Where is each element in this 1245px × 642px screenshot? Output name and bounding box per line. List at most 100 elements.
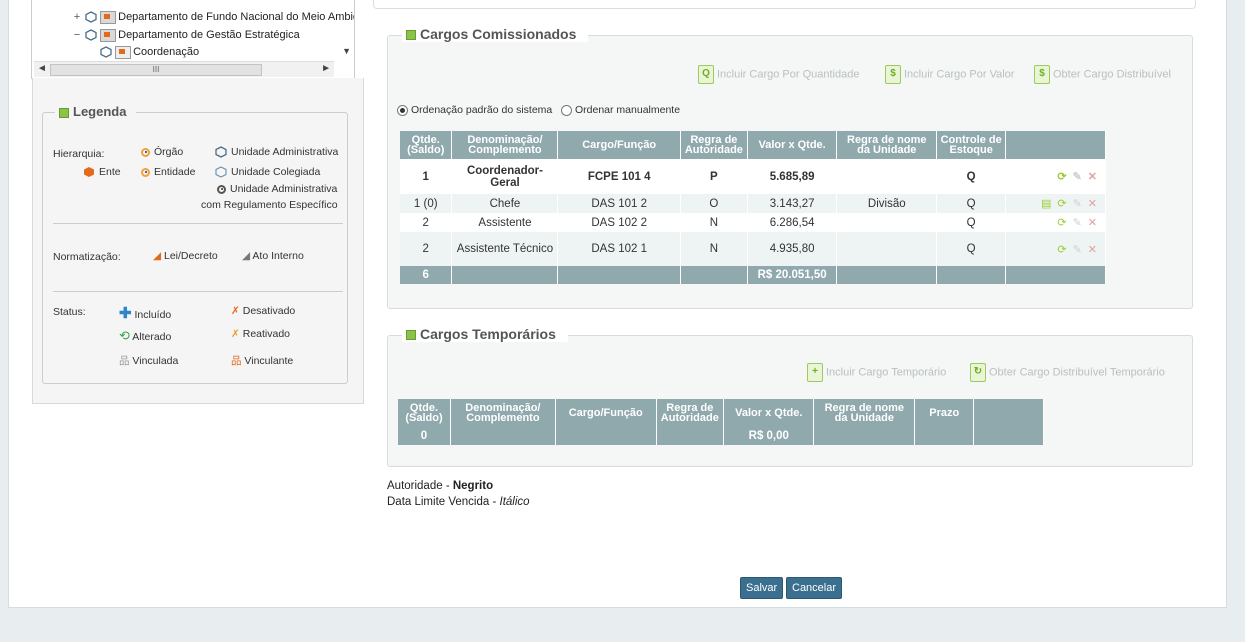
tree-item-gestao-estrategica[interactable]: − Departamento de Gestão Estratégica	[72, 27, 300, 43]
refresh-icon[interactable]: ⟳	[1057, 216, 1066, 229]
row-actions: ▤ ⟳ ✎ ✕	[1005, 194, 1106, 213]
unidade-administrativa-icon	[85, 29, 97, 41]
entidade-icon	[141, 167, 150, 177]
tree-item-label: Departamento de Gestão Estratégica	[118, 29, 300, 41]
expand-icon[interactable]: +	[72, 9, 82, 25]
table-row[interactable]: 1 (0) Chefe DAS 101 2 O 3.143,27 Divisão…	[400, 194, 1106, 213]
obter-cargo-temporario-link[interactable]: ↻ Obter Cargo Distribuível Temporário	[970, 363, 1165, 382]
refresh-icon[interactable]: ⟳	[1057, 170, 1066, 183]
order-manual-option[interactable]: Ordenar manualmente	[561, 104, 680, 116]
scroll-down-icon[interactable]: ▼	[342, 46, 351, 56]
cargos-comissionados-section: Cargos Comissionados Q Incluir Cargo Por …	[387, 26, 1193, 309]
cell-qtde: 2	[400, 232, 453, 266]
legend-incluido: ✚ Incluído	[119, 305, 172, 322]
col-regra: Regra de Autoridade	[656, 399, 725, 427]
org-tree: + Departamento de Fundo Nacional do Meio…	[31, 0, 355, 79]
legend-desativado: ✗ Desativado	[231, 305, 296, 317]
legend-reativado: ✗ Reativado	[231, 328, 291, 340]
cell-cargo: DAS 102 1	[557, 232, 681, 266]
cell-controle: Q	[936, 232, 1007, 266]
cargos-temporarios-section: Cargos Temporários + Incluir Cargo Tempor…	[387, 326, 1193, 467]
tree-item-coordenacao[interactable]: Coordenação	[100, 44, 199, 60]
plus-icon: ✚	[119, 305, 132, 322]
scroll-left-icon[interactable]: ◄	[37, 63, 47, 74]
unidade-regulamento-icon	[217, 184, 226, 194]
add-quantity-icon: Q	[698, 65, 714, 84]
obter-cargo-link[interactable]: $ Obter Cargo Distribuível	[1034, 65, 1171, 84]
delete-icon[interactable]: ✕	[1088, 170, 1097, 183]
col-cargo: Cargo/Função	[557, 131, 681, 159]
cell-denominacao: Assistente Técnico	[451, 232, 559, 266]
tree-item-fundo-nacional[interactable]: + Departamento de Fundo Nacional do Meio…	[72, 9, 354, 25]
legend-alterado: ⟲ Alterado	[119, 328, 172, 343]
cell-cargo: DAS 101 2	[557, 194, 681, 213]
refresh-icon[interactable]: ⟳	[1057, 197, 1066, 210]
col-regra: Regra de Autoridade	[680, 131, 748, 159]
table-row[interactable]: 1 Coordenador-Geral FCPE 101 4 P 5.685,8…	[400, 159, 1106, 194]
legend-vinculante: 品 Vinculante	[231, 355, 294, 367]
delete-icon[interactable]: ✕	[1088, 197, 1097, 210]
document-icon[interactable]: ▤	[1041, 197, 1051, 210]
col-regra-nome: Regra de nome da Unidade	[836, 131, 938, 159]
section-marker-icon	[59, 107, 69, 118]
legend-entidade: Entidade	[141, 166, 195, 178]
legend-lei-decreto: ◢ Lei/Decreto	[153, 250, 218, 262]
section-marker-icon	[406, 330, 416, 341]
temporarios-table: Qtde. (Saldo) Denominação/ Complemento C…	[398, 399, 1044, 445]
order-default-option[interactable]: Ordenação padrão do sistema	[397, 104, 552, 116]
autoridade-note: Autoridade - Negrito	[387, 480, 494, 492]
collapse-icon[interactable]: −	[72, 27, 82, 43]
radio-unselected[interactable]	[561, 104, 572, 116]
lei-decreto-icon: ◢	[153, 250, 162, 262]
cell-regra: O	[680, 194, 748, 213]
total-qtde: 6	[400, 266, 453, 284]
hierarchy-active-icon: 品	[231, 355, 242, 367]
col-controle: Controle de Estoque	[936, 131, 1007, 159]
incluir-por-quantidade-link[interactable]: Q Incluir Cargo Por Quantidade	[698, 65, 859, 84]
unidade-flag-icon	[115, 45, 132, 59]
delete-icon[interactable]: ✕	[1088, 216, 1097, 229]
cell-denominacao: Coordenador-Geral	[451, 159, 559, 194]
add-value-icon: $	[885, 65, 901, 84]
row-actions: ⟳ ✎ ✕	[1005, 159, 1106, 194]
radio-selected[interactable]	[397, 104, 408, 116]
table-total-row: 0 R$ 0,00	[398, 427, 1044, 445]
scroll-thumb[interactable]: III	[50, 64, 262, 76]
unidade-administrativa-icon	[215, 146, 227, 158]
cancel-button[interactable]: Cancelar	[786, 577, 843, 599]
cell-regra-nome	[836, 213, 938, 232]
legend-ato-interno: ◢ Ato Interno	[242, 250, 304, 262]
edit-icon[interactable]: ✎	[1073, 197, 1082, 210]
horizontal-scrollbar[interactable]: ◄ III ►	[34, 61, 334, 77]
table-header-row: Qtde. (Saldo) Denominação/ Complemento C…	[400, 131, 1106, 159]
row-actions: ⟳ ✎ ✕	[1005, 213, 1106, 232]
legend-divider	[53, 223, 343, 224]
reativado-icon: ✗	[231, 328, 240, 340]
incluir-por-valor-link[interactable]: $ Incluir Cargo Por Valor	[885, 65, 1014, 84]
hierarquia-label: Hierarquia:	[53, 148, 105, 160]
desativado-icon: ✗	[231, 305, 240, 317]
cell-cargo: FCPE 101 4	[557, 159, 681, 194]
legend-ente: Ente	[83, 166, 121, 178]
section-title: Cargos Temporários	[402, 326, 568, 342]
normatizacao-label: Normatização:	[53, 251, 121, 263]
incluir-cargo-temporario-link[interactable]: + Incluir Cargo Temporário	[807, 363, 946, 382]
col-actions	[1005, 131, 1106, 159]
unidade-administrativa-icon	[100, 46, 112, 58]
edit-icon[interactable]: ✎	[1073, 243, 1082, 256]
table-row[interactable]: 2 Assistente Técnico DAS 102 1 N 4.935,8…	[400, 232, 1106, 266]
save-button[interactable]: Salvar	[740, 577, 784, 599]
col-prazo: Prazo	[914, 399, 975, 427]
ente-icon	[84, 167, 94, 178]
edit-icon[interactable]: ✎	[1073, 170, 1082, 183]
col-cargo: Cargo/Função	[555, 399, 657, 427]
legend-unidade-colegiada: Unidade Colegiada	[215, 166, 320, 178]
cell-valor: 4.935,80	[747, 232, 838, 266]
delete-icon[interactable]: ✕	[1088, 243, 1097, 256]
table-row[interactable]: 2 Assistente DAS 102 2 N 6.286,54 Q ⟳ ✎ ✕	[400, 213, 1106, 232]
refresh-icon[interactable]: ⟳	[1057, 243, 1066, 256]
scroll-right-icon[interactable]: ►	[321, 63, 331, 74]
col-actions	[973, 399, 1044, 427]
edit-icon[interactable]: ✎	[1073, 216, 1082, 229]
orgao-flag-icon	[100, 28, 117, 42]
